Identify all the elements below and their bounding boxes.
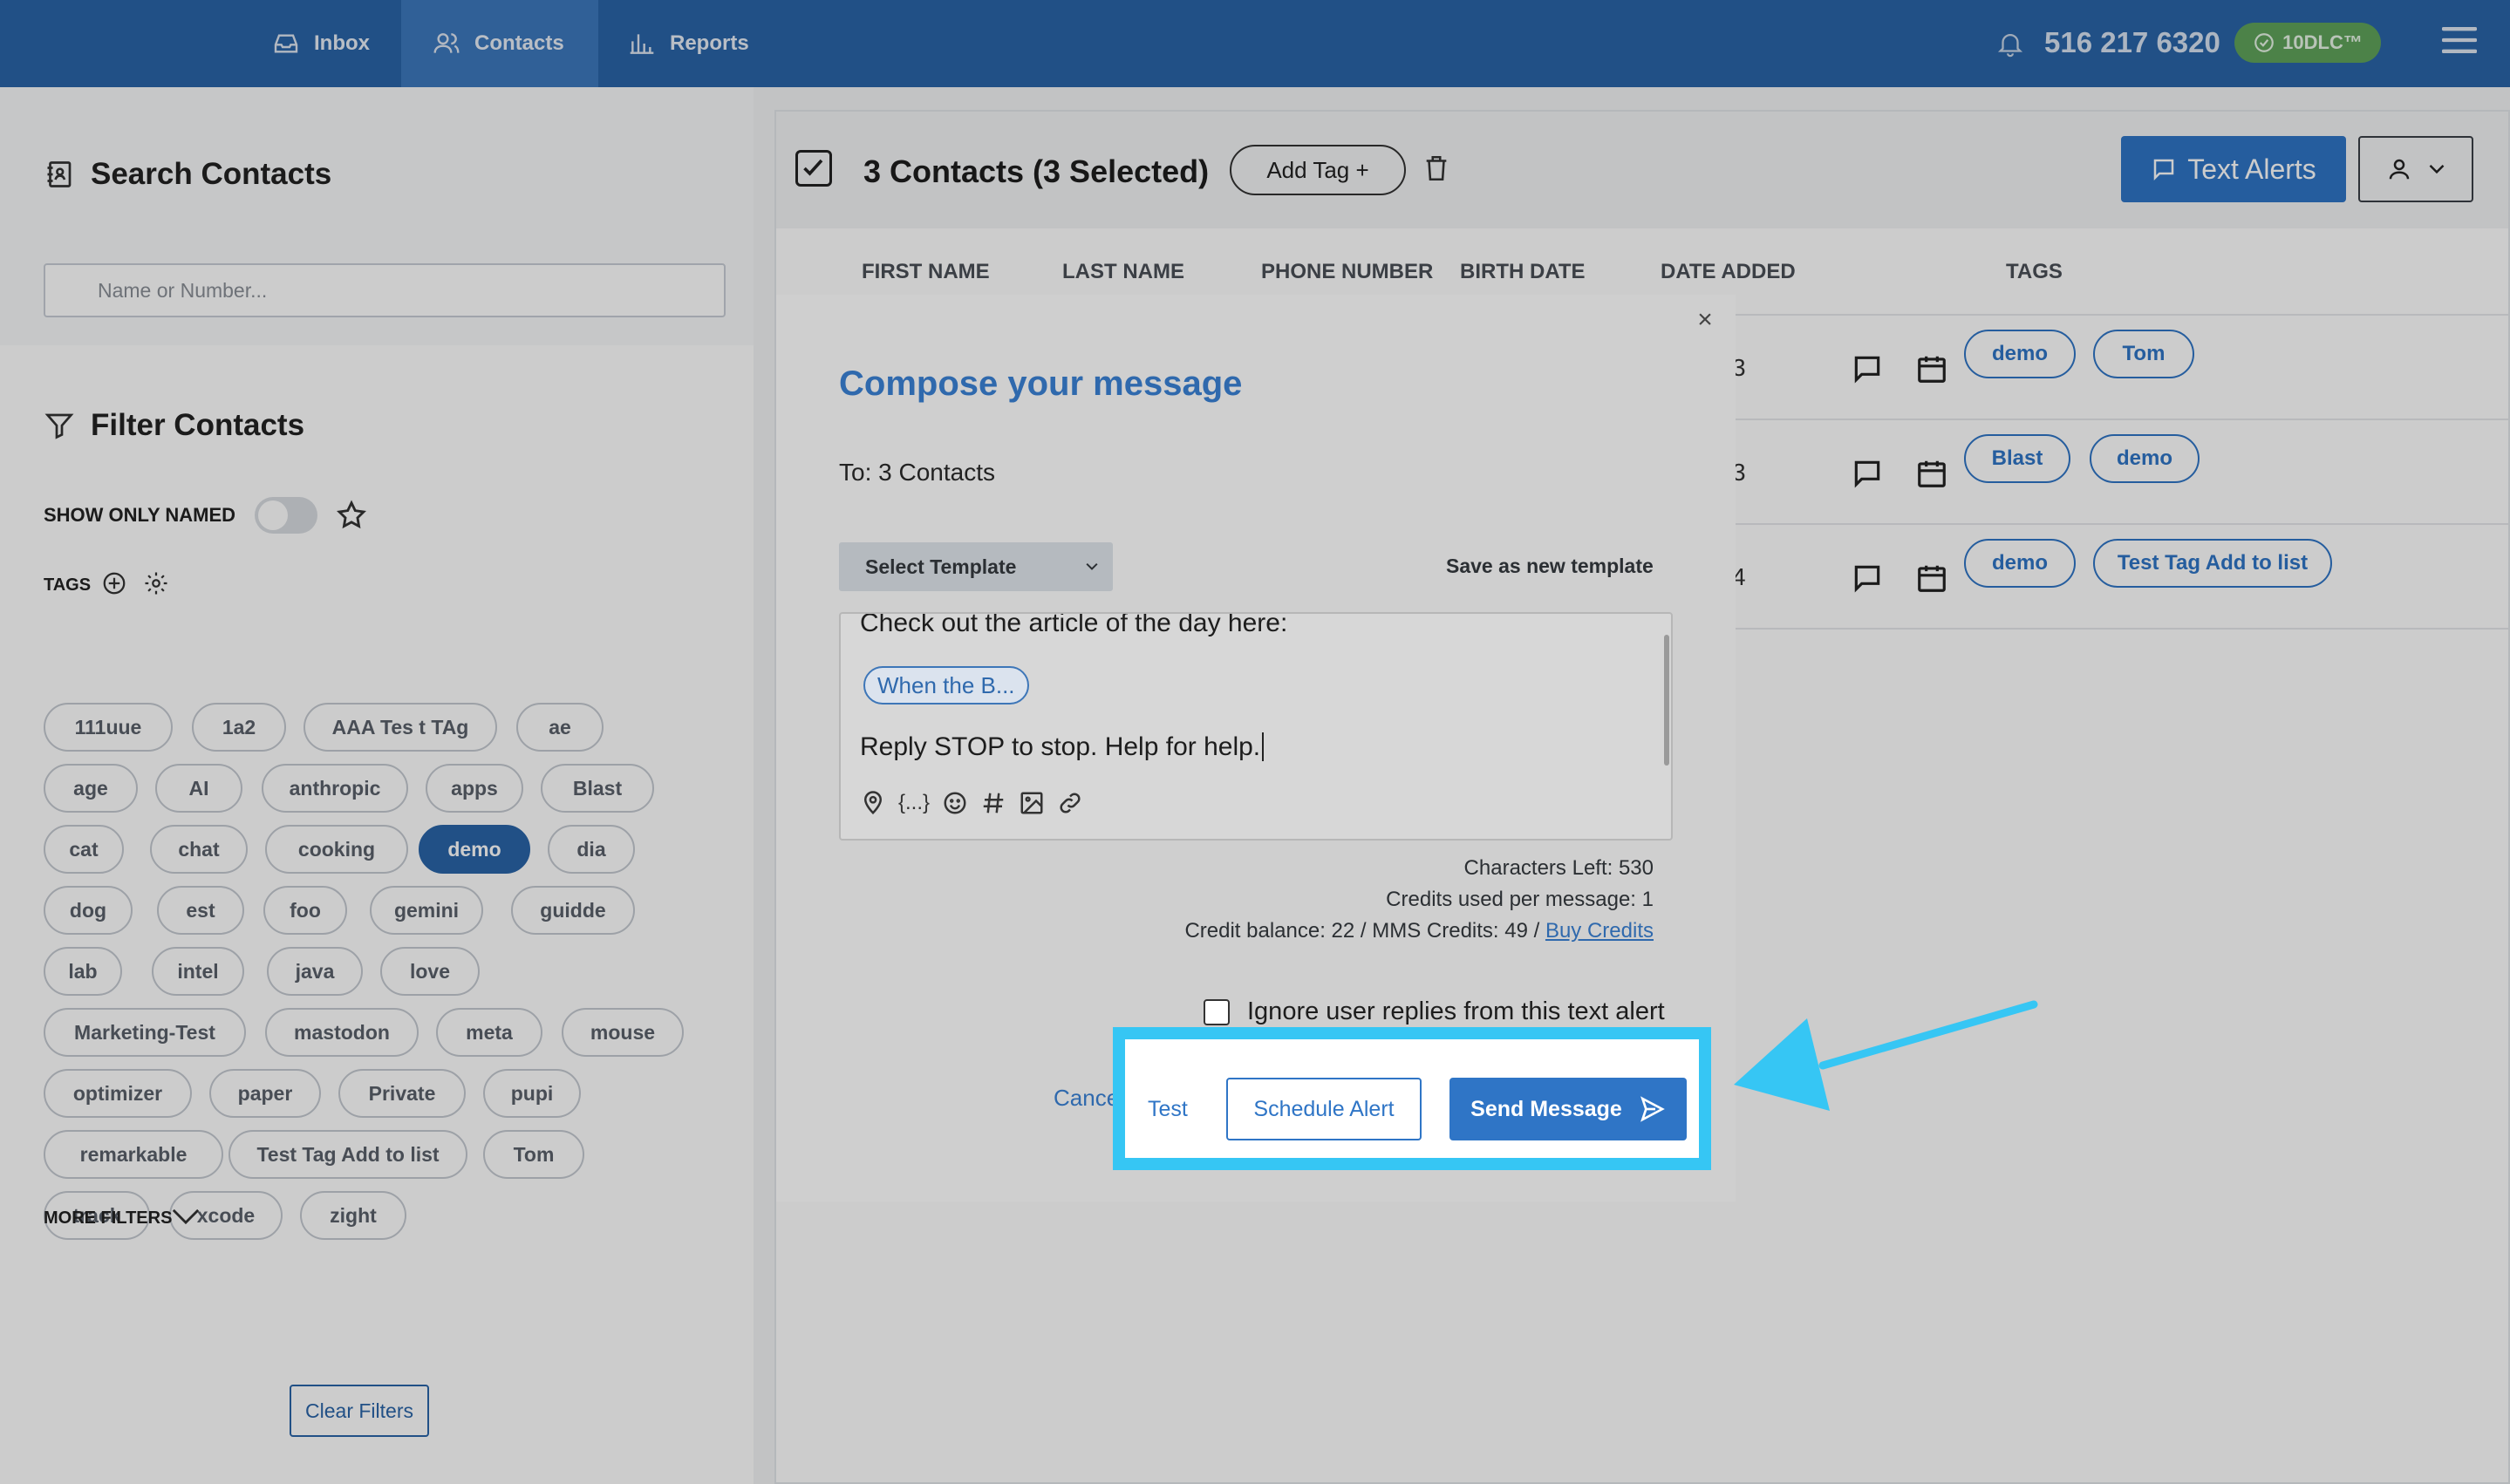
cancel-button[interactable]: Cance bbox=[1054, 1085, 1119, 1112]
image-icon[interactable] bbox=[1019, 790, 1045, 816]
recipients-label: To: 3 Contacts bbox=[839, 459, 995, 486]
test-button[interactable]: Test bbox=[1148, 1097, 1188, 1122]
message-editor[interactable]: Check out the article of the day here: W… bbox=[839, 612, 1673, 841]
location-pin-icon[interactable] bbox=[860, 790, 886, 816]
link-chip[interactable]: When the B... bbox=[863, 666, 1029, 705]
emoji-icon[interactable] bbox=[942, 790, 968, 816]
chevron-down-icon bbox=[1086, 562, 1098, 570]
send-message-label: Send Message bbox=[1470, 1096, 1622, 1121]
editor-scrollbar[interactable] bbox=[1664, 635, 1669, 766]
buy-credits-link[interactable]: Buy Credits bbox=[1545, 919, 1654, 943]
credits-per-message: Credits used per message: 1 bbox=[1386, 888, 1654, 911]
send-icon bbox=[1640, 1096, 1665, 1122]
action-buttons-highlight: Test Schedule Alert Send Message bbox=[1113, 1027, 1711, 1170]
ignore-replies-checkbox[interactable] bbox=[1204, 998, 1230, 1025]
ignore-replies-label: Ignore user replies from this text alert bbox=[1247, 997, 1665, 1025]
dialog-title: Compose your message bbox=[839, 364, 1243, 403]
editor-toolbar: {...} bbox=[860, 790, 1083, 816]
link-icon[interactable] bbox=[1057, 790, 1083, 816]
schedule-alert-button[interactable]: Schedule Alert bbox=[1226, 1078, 1422, 1140]
template-select[interactable]: Select Template bbox=[839, 542, 1113, 591]
save-as-template-link[interactable]: Save as new template bbox=[1446, 555, 1654, 578]
message-line: Check out the article of the day here: bbox=[860, 612, 1288, 637]
credit-balance-text: Credit balance: 22 / MMS Credits: 49 / bbox=[1184, 919, 1545, 943]
hashtag-icon[interactable] bbox=[980, 790, 1006, 816]
characters-left: Characters Left: 530 bbox=[1463, 856, 1654, 880]
close-icon[interactable]: × bbox=[1692, 305, 1718, 334]
variable-token-button[interactable]: {...} bbox=[898, 791, 930, 815]
template-select-value: Select Template bbox=[865, 555, 1017, 578]
send-message-button[interactable]: Send Message bbox=[1449, 1078, 1687, 1140]
message-line: Reply STOP to stop. Help for help. bbox=[860, 732, 1265, 762]
credit-balance: Credit balance: 22 / MMS Credits: 49 / B… bbox=[1184, 919, 1654, 943]
ignore-replies-option[interactable]: Ignore user replies from this text alert bbox=[1204, 997, 1665, 1026]
callout-arrow-icon bbox=[1734, 1000, 2038, 1111]
message-line-text: Reply STOP to stop. Help for help. bbox=[860, 732, 1261, 761]
